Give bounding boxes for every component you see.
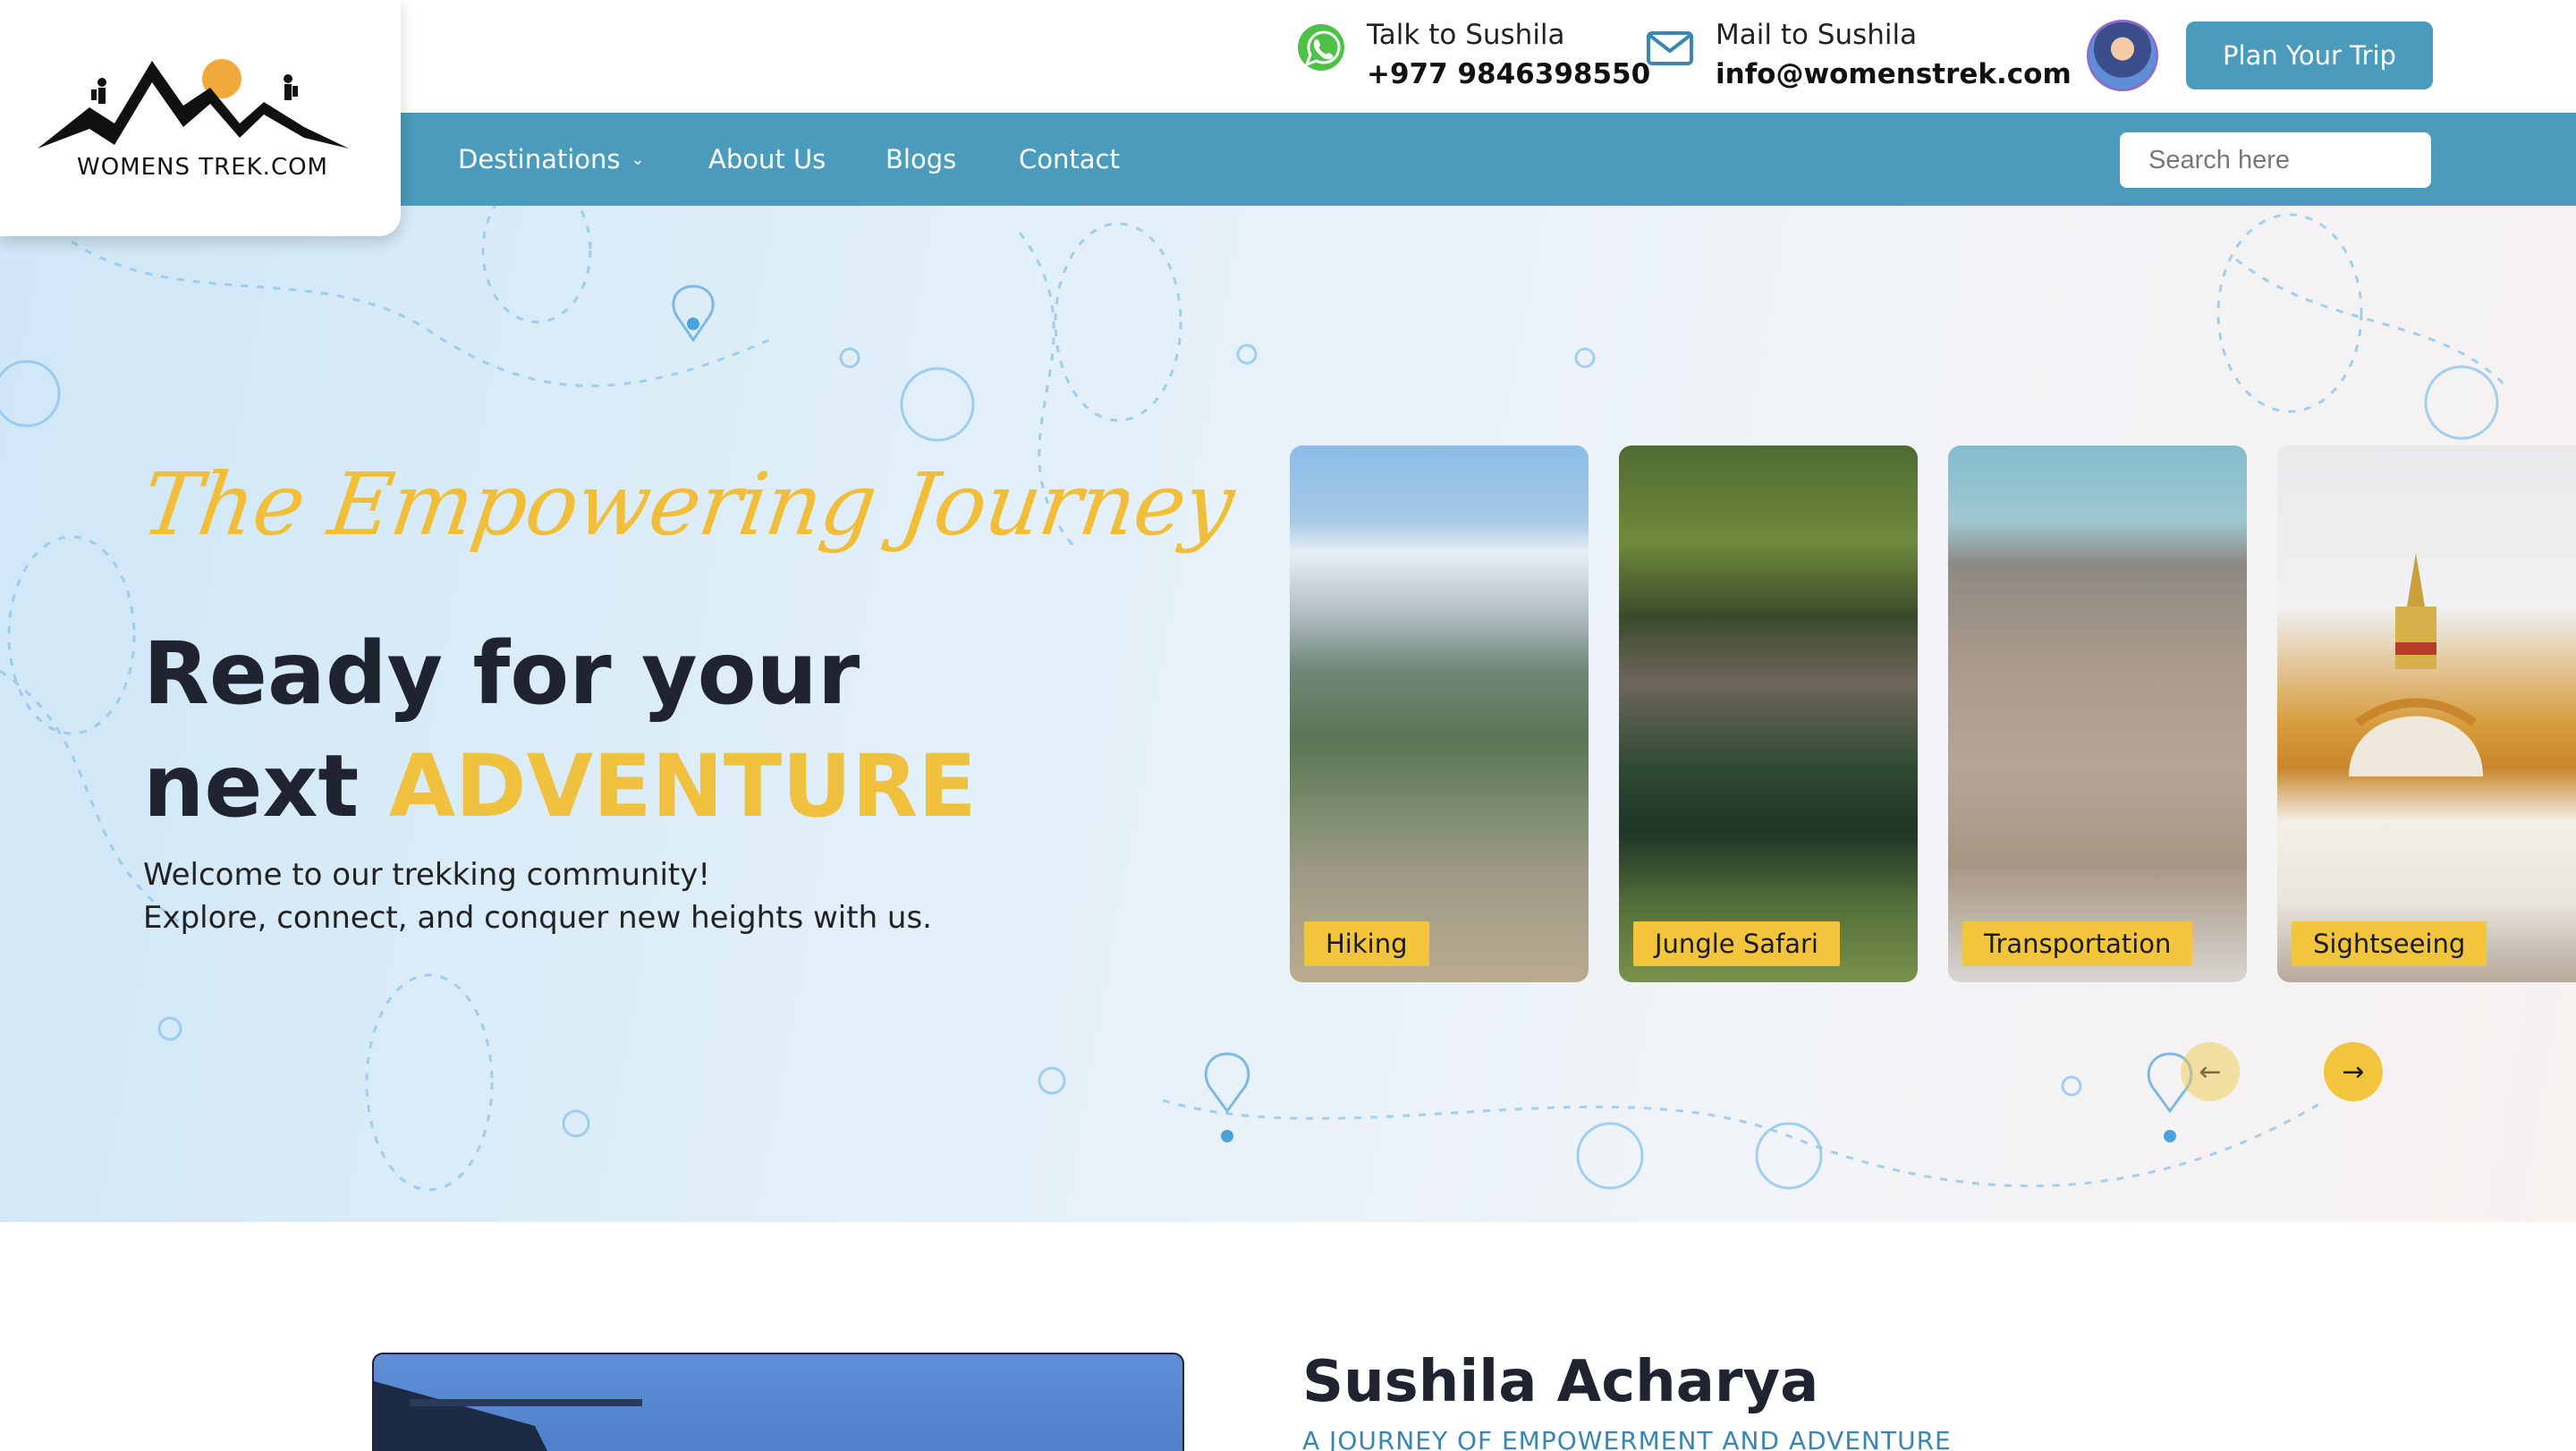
avatar[interactable] — [2087, 20, 2158, 91]
profile-name: Sushila Acharya — [1302, 1349, 1819, 1415]
photo-structure-icon — [374, 1381, 642, 1451]
profile-subtitle: A JOURNEY OF EMPOWERMENT AND ADVENTURE — [1302, 1426, 1952, 1451]
hero-welcome-text: Welcome to our trekking community! Explo… — [143, 853, 932, 939]
whatsapp-label: Talk to Sushila — [1367, 19, 1565, 51]
arrow-right-icon: → — [2342, 1056, 2365, 1088]
card-label: Transportation — [1962, 921, 2193, 966]
headline-accent: ADVENTURE — [388, 736, 977, 836]
headline-line-2: next ADVENTURE — [143, 730, 977, 843]
card-label: Jungle Safari — [1633, 921, 1840, 966]
headline-prefix: next — [143, 736, 389, 836]
hero-tagline: The Empowering Journey — [136, 454, 1240, 555]
activity-card-transportation[interactable]: Transportation — [1948, 445, 2247, 982]
whatsapp-contact[interactable]: Talk to Sushila +977 9846398550 — [1295, 16, 1650, 95]
email-address[interactable]: info@womenstrek.com — [1716, 54, 2072, 95]
nav-contact[interactable]: Contact — [1019, 113, 1120, 206]
headline-line-1: Ready for your — [143, 624, 860, 724]
mail-icon — [1647, 31, 1693, 65]
mail-label: Mail to Sushila — [1716, 19, 1918, 51]
mail-contact[interactable]: Mail to Sushila info@womenstrek.com — [1644, 16, 2072, 95]
nav-destinations-label: Destinations — [458, 144, 621, 174]
carousel-prev-button[interactable]: ← — [2181, 1042, 2240, 1101]
welcome-line-1: Welcome to our trekking community! — [143, 857, 711, 893]
nav-about-us[interactable]: About Us — [708, 113, 826, 206]
welcome-line-2: Explore, connect, and conquer new height… — [143, 900, 932, 936]
nav-destinations[interactable]: Destinations ⌄ — [458, 113, 645, 206]
nav-blogs[interactable]: Blogs — [886, 113, 956, 206]
phone-number[interactable]: +977 9846398550 — [1367, 54, 1650, 95]
hero-headline: Ready for your next ADVENTURE — [143, 617, 977, 843]
search-input[interactable] — [2120, 132, 2431, 188]
activity-card-hiking[interactable]: Hiking — [1290, 445, 1589, 982]
plan-your-trip-button[interactable]: Plan Your Trip — [2186, 21, 2433, 89]
chevron-down-icon: ⌄ — [631, 149, 645, 169]
stupa-image-icon — [2349, 553, 2483, 776]
logo[interactable]: WOMENS TREK.COM — [0, 0, 401, 236]
arrow-left-icon: ← — [2199, 1056, 2222, 1088]
card-label: Hiking — [1304, 921, 1429, 966]
whatsapp-icon — [1298, 24, 1344, 71]
carousel-next-button[interactable]: → — [2324, 1042, 2383, 1101]
logo-text: WOMENS TREK.COM — [77, 154, 328, 181]
mountain-logo-icon — [38, 59, 349, 148]
profile-photo — [372, 1353, 1184, 1451]
card-label: Sightseeing — [2292, 921, 2487, 966]
activity-card-sightseeing[interactable]: Sightseeing — [2277, 445, 2576, 982]
activity-card-jungle-safari[interactable]: Jungle Safari — [1619, 445, 1918, 982]
